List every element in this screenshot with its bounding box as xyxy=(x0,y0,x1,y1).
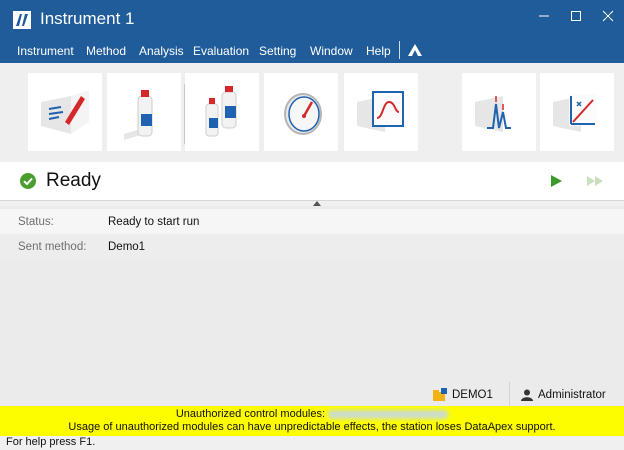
menu-window[interactable]: Window xyxy=(310,44,353,58)
status-bar: For help press F1. xyxy=(0,436,624,450)
info-panel: Status: Ready to start run Sent method: … xyxy=(0,206,624,409)
chromatogram-icon xyxy=(475,96,511,132)
chromatogram-button[interactable] xyxy=(462,73,536,151)
menu-analysis[interactable]: Analysis xyxy=(139,44,184,58)
single-analysis-icon xyxy=(124,90,153,140)
toolbar-divider xyxy=(184,84,185,144)
info-value: Ready to start run xyxy=(108,216,200,228)
main-toolbar xyxy=(0,63,624,158)
menu-instrument[interactable]: Instrument xyxy=(17,44,74,58)
warning-prefix: Unauthorized control modules: xyxy=(175,408,326,420)
close-icon[interactable] xyxy=(598,8,618,28)
warning-line-2: Usage of unauthorized modules can have u… xyxy=(68,421,556,433)
device-monitor-icon xyxy=(284,93,322,135)
app-logo-icon xyxy=(13,11,31,29)
info-label: Status: xyxy=(18,216,54,228)
sequence-icon xyxy=(205,86,237,137)
user-icon xyxy=(521,389,533,401)
menu-divider xyxy=(399,41,400,59)
play-icon[interactable] xyxy=(548,173,564,189)
help-hint: For help press F1. xyxy=(6,436,96,448)
unauthorized-modules-warning: Unauthorized control modules: Usage of u… xyxy=(0,406,624,436)
single-analysis-button[interactable] xyxy=(107,73,181,151)
fast-forward-icon[interactable] xyxy=(585,173,605,189)
device-monitor-button[interactable] xyxy=(264,73,338,151)
method-edit-button[interactable] xyxy=(28,73,102,151)
minimize-icon[interactable] xyxy=(534,8,554,28)
title-bar: Instrument 1 xyxy=(0,0,624,37)
project-name[interactable]: DEMO1 xyxy=(452,389,493,401)
data-acquisition-icon xyxy=(357,91,404,132)
method-edit-icon xyxy=(41,90,89,134)
info-label: Sent method: xyxy=(18,241,87,253)
maximize-icon[interactable] xyxy=(566,8,586,28)
sequence-button[interactable] xyxy=(185,73,259,151)
menu-evaluation[interactable]: Evaluation xyxy=(193,44,249,58)
menu-setting[interactable]: Setting xyxy=(259,44,296,58)
warning-line-1: Unauthorized control modules: xyxy=(0,408,624,421)
info-value: Demo1 xyxy=(108,241,146,253)
check-circle-icon xyxy=(20,173,36,189)
info-row-status: Status: Ready to start run xyxy=(0,209,624,234)
data-acquisition-button[interactable] xyxy=(344,73,418,151)
window-title: Instrument 1 xyxy=(40,9,135,28)
dataapex-logo-icon[interactable] xyxy=(406,41,424,59)
user-name[interactable]: Administrator xyxy=(538,389,606,401)
project-folder-icon xyxy=(433,388,447,401)
redacted-module-list xyxy=(328,409,449,419)
menu-help[interactable]: Help xyxy=(366,44,391,58)
calibration-button[interactable] xyxy=(540,73,614,151)
run-status-bar: Ready xyxy=(0,162,624,201)
run-state-label: Ready xyxy=(46,170,101,191)
menu-bar: Instrument Method Analysis Evaluation Se… xyxy=(0,37,624,63)
menu-method[interactable]: Method xyxy=(86,44,126,58)
calibration-icon xyxy=(553,94,597,132)
footer-divider xyxy=(509,382,510,406)
info-row-sent-method: Sent method: Demo1 xyxy=(0,234,624,259)
